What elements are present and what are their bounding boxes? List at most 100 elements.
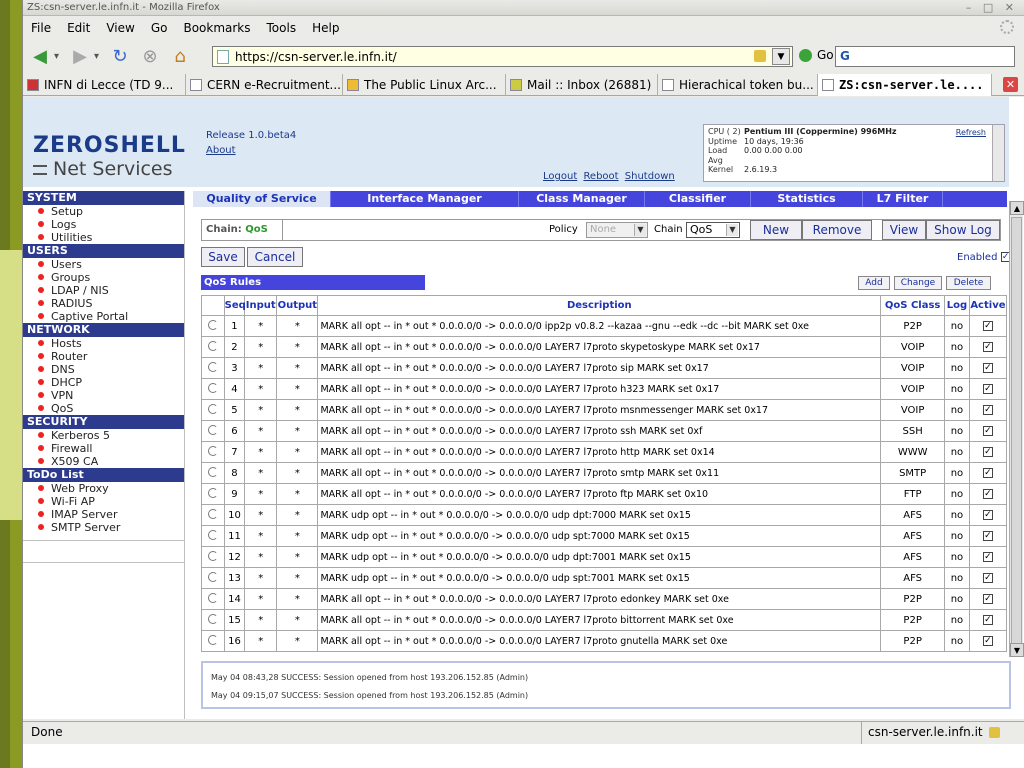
active-checkbox[interactable]: ✓ bbox=[982, 509, 993, 520]
menu-help[interactable]: Help bbox=[304, 21, 347, 35]
menu-bookmarks[interactable]: Bookmarks bbox=[175, 21, 258, 35]
tab-statistics[interactable]: Statistics bbox=[751, 191, 863, 207]
row-select-radio[interactable] bbox=[201, 336, 225, 358]
close-tab-icon[interactable]: ✕ bbox=[1003, 77, 1018, 92]
enabled-toggle[interactable]: Enabled ✓ bbox=[957, 252, 1011, 263]
scroll-down-icon[interactable]: ▼ bbox=[1010, 643, 1024, 657]
table-row[interactable]: 6 * * MARK all opt -- in * out * 0.0.0.0/0 … bbox=[201, 420, 1007, 442]
content-scrollbar[interactable]: ▲ ▼ bbox=[1009, 201, 1024, 657]
sidebar-item-radius[interactable]: RADIUS bbox=[23, 297, 184, 310]
tab-classifier[interactable]: Classifier bbox=[645, 191, 751, 207]
active-checkbox[interactable]: ✓ bbox=[982, 593, 993, 604]
forward-icon[interactable]: ▶ bbox=[67, 45, 93, 67]
table-row[interactable]: 10 * * MARK udp opt -- in * out * 0.0.0.0/0… bbox=[201, 504, 1007, 526]
active-checkbox[interactable]: ✓ bbox=[982, 320, 993, 331]
sidebar-item-imap[interactable]: IMAP Server bbox=[23, 508, 184, 521]
row-select-radio[interactable] bbox=[201, 420, 225, 442]
table-row[interactable]: 9 * * MARK all opt -- in * out * 0.0.0.0/0 … bbox=[201, 483, 1007, 505]
cell-active[interactable]: ✓ bbox=[968, 630, 1007, 652]
sidebar-item-vpn[interactable]: VPN bbox=[23, 389, 184, 402]
cancel-button[interactable]: Cancel bbox=[247, 247, 303, 267]
row-select-radio[interactable] bbox=[201, 546, 225, 568]
browser-tab[interactable]: The Public Linux Arc... bbox=[343, 74, 506, 96]
forward-dropdown-icon[interactable]: ▾ bbox=[94, 51, 99, 62]
remove-button[interactable]: Remove bbox=[802, 220, 872, 240]
sidebar-item-wifi-ap[interactable]: Wi-Fi AP bbox=[23, 495, 184, 508]
tab-interface-manager[interactable]: Interface Manager bbox=[331, 191, 519, 207]
cell-active[interactable]: ✓ bbox=[968, 609, 1007, 631]
back-icon[interactable]: ◀ bbox=[27, 45, 53, 67]
table-row[interactable]: 2 * * MARK all opt -- in * out * 0.0.0.0/0 … bbox=[201, 336, 1007, 358]
radio-button[interactable] bbox=[207, 508, 218, 519]
row-select-radio[interactable] bbox=[201, 378, 225, 400]
sidebar-item-x509[interactable]: X509 CA bbox=[23, 455, 184, 468]
radio-button[interactable] bbox=[207, 340, 218, 351]
radio-button[interactable] bbox=[207, 403, 218, 414]
active-checkbox[interactable]: ✓ bbox=[982, 614, 993, 625]
table-row[interactable]: 3 * * MARK all opt -- in * out * 0.0.0.0/0 … bbox=[201, 357, 1007, 379]
table-row[interactable]: 12 * * MARK udp opt -- in * out * 0.0.0.0/0… bbox=[201, 546, 1007, 568]
active-checkbox[interactable]: ✓ bbox=[982, 341, 993, 352]
add-rule-button[interactable]: Add bbox=[858, 276, 890, 290]
row-select-radio[interactable] bbox=[201, 462, 225, 484]
row-select-radio[interactable] bbox=[201, 525, 225, 547]
url-bar[interactable]: https://csn-server.le.infn.it/ ▼ bbox=[212, 46, 793, 67]
show-log-button[interactable]: Show Log bbox=[926, 220, 1000, 240]
radio-button[interactable] bbox=[207, 634, 218, 645]
cell-active[interactable]: ✓ bbox=[968, 357, 1007, 379]
cell-active[interactable]: ✓ bbox=[968, 315, 1007, 337]
radio-button[interactable] bbox=[207, 487, 218, 498]
stop-icon[interactable]: ⊗ bbox=[137, 45, 163, 67]
delete-rule-button[interactable]: Delete bbox=[946, 276, 991, 290]
radio-button[interactable] bbox=[207, 466, 218, 477]
active-checkbox[interactable]: ✓ bbox=[982, 362, 993, 373]
sidebar-item-kerberos[interactable]: Kerberos 5 bbox=[23, 429, 184, 442]
home-icon[interactable]: ⌂ bbox=[167, 45, 193, 67]
menu-file[interactable]: File bbox=[23, 21, 59, 35]
radio-button[interactable] bbox=[207, 361, 218, 372]
table-row[interactable]: 14 * * MARK all opt -- in * out * 0.0.0.0/0… bbox=[201, 588, 1007, 610]
sidebar-item-dhcp[interactable]: DHCP bbox=[23, 376, 184, 389]
radio-button[interactable] bbox=[207, 424, 218, 435]
active-checkbox[interactable]: ✓ bbox=[982, 446, 993, 457]
sidebar-item-groups[interactable]: Groups bbox=[23, 271, 184, 284]
refresh-link[interactable]: Refresh bbox=[956, 128, 986, 137]
browser-tab[interactable]: CERN e-Recruitment... bbox=[186, 74, 343, 96]
reload-icon[interactable]: ↻ bbox=[107, 45, 133, 67]
reboot-link[interactable]: Reboot bbox=[583, 171, 618, 182]
sidebar-item-router[interactable]: Router bbox=[23, 350, 184, 363]
radio-button[interactable] bbox=[207, 571, 218, 582]
sidebar-item-hosts[interactable]: Hosts bbox=[23, 337, 184, 350]
url-dropdown-icon[interactable]: ▼ bbox=[772, 48, 790, 65]
sidebar-item-utilities[interactable]: Utilities bbox=[23, 231, 184, 244]
tab-quality-of-service[interactable]: Quality of Service bbox=[193, 191, 331, 207]
table-row[interactable]: 1 * * MARK all opt -- in * out * 0.0.0.0/0 … bbox=[201, 315, 1007, 337]
radio-button[interactable] bbox=[207, 319, 218, 330]
sidebar-item-ldap[interactable]: LDAP / NIS bbox=[23, 284, 184, 297]
lock-icon[interactable] bbox=[754, 50, 766, 62]
cell-active[interactable]: ✓ bbox=[968, 399, 1007, 421]
sidebar-item-qos[interactable]: QoS bbox=[23, 402, 184, 415]
cell-active[interactable]: ✓ bbox=[968, 525, 1007, 547]
row-select-radio[interactable] bbox=[201, 315, 225, 337]
cell-active[interactable]: ✓ bbox=[968, 546, 1007, 568]
cell-active[interactable]: ✓ bbox=[968, 441, 1007, 463]
logout-link[interactable]: Logout bbox=[543, 171, 577, 182]
sidebar-item-firewall[interactable]: Firewall bbox=[23, 442, 184, 455]
active-checkbox[interactable]: ✓ bbox=[982, 467, 993, 478]
menu-tools[interactable]: Tools bbox=[259, 21, 305, 35]
menu-edit[interactable]: Edit bbox=[59, 21, 98, 35]
view-button[interactable]: View bbox=[882, 220, 926, 240]
sidebar-item-setup[interactable]: Setup bbox=[23, 205, 184, 218]
policy-select[interactable]: None ▼ bbox=[586, 222, 648, 238]
radio-button[interactable] bbox=[207, 550, 218, 561]
sidebar-item-dns[interactable]: DNS bbox=[23, 363, 184, 376]
active-checkbox[interactable]: ✓ bbox=[982, 572, 993, 583]
table-row[interactable]: 7 * * MARK all opt -- in * out * 0.0.0.0/0 … bbox=[201, 441, 1007, 463]
table-row[interactable]: 16 * * MARK all opt -- in * out * 0.0.0.0/0… bbox=[201, 630, 1007, 652]
menu-go[interactable]: Go bbox=[143, 21, 176, 35]
row-select-radio[interactable] bbox=[201, 483, 225, 505]
cell-active[interactable]: ✓ bbox=[968, 588, 1007, 610]
radio-button[interactable] bbox=[207, 613, 218, 624]
chain-select[interactable]: QoS ▼ bbox=[686, 222, 740, 238]
